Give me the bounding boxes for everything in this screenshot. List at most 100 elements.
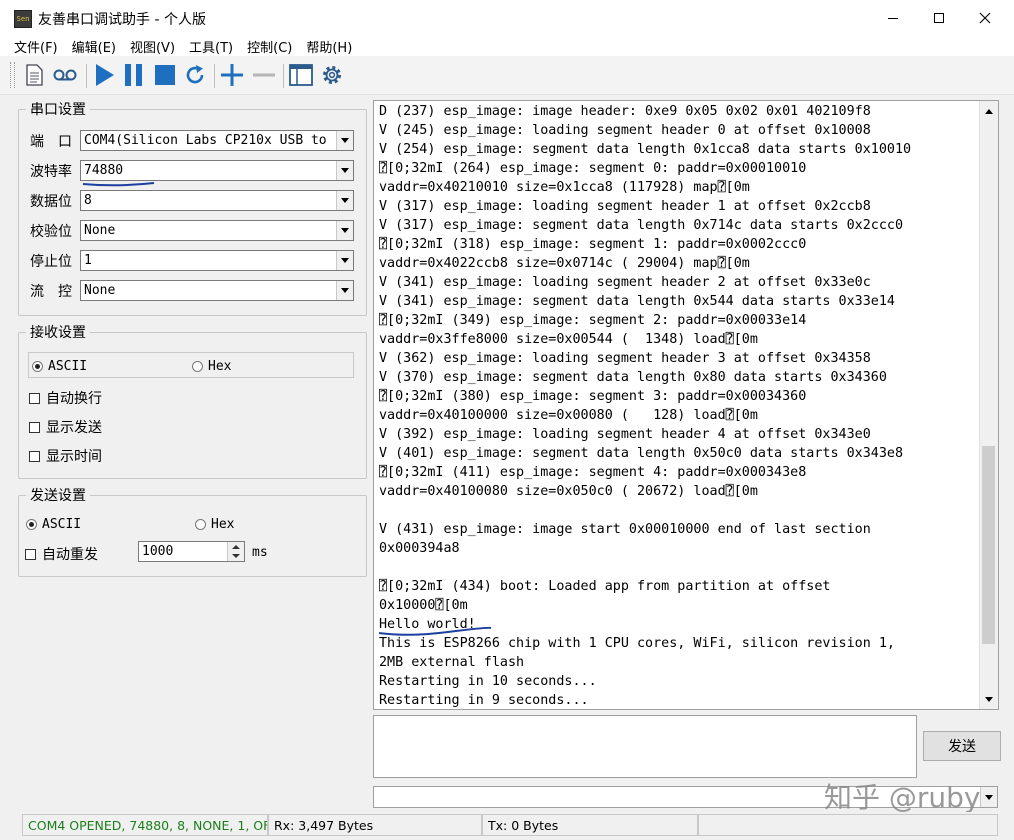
checkbox-icon [25,548,36,560]
terminal-line: ⍰[0;32mI (318) esp_image: segment 1: pad… [379,237,807,252]
resend-interval-stepper[interactable]: 1000 [138,541,245,562]
terminal-line: 2MB external flash [379,655,525,670]
connection-status: COM4 OPENED, 74880, 8, NONE, 1, OFF [22,814,268,836]
chevron-down-icon [336,221,353,240]
parity-select[interactable]: None [80,220,354,241]
send-settings-group [18,495,367,577]
terminal-line: Restarting in 10 seconds... [379,674,597,689]
stop-icon[interactable] [152,62,178,88]
send-hex-label: Hex [211,517,235,532]
chevron-down-icon [336,191,353,210]
menu-edit[interactable]: 编辑(E) [58,37,122,56]
receive-settings-title: 接收设置 [26,322,90,342]
show-time-label: 显示时间 [46,449,102,465]
terminal-line: V (370) esp_image: segment data length 0… [379,370,887,385]
data-bits-select[interactable]: 8 [80,190,354,211]
receive-output-area[interactable]: D (237) esp_image: image header: 0xe9 0x… [373,100,999,710]
menu-bar: 文件(F) 编辑(E) 视图(V) 工具(T) 控制(C) 帮助(H) [0,36,1014,56]
minimize-button[interactable] [870,0,916,36]
baud-underline-annotation [82,182,155,187]
terminal-line: 0x000394a8 [379,541,460,556]
terminal-line: V (245) esp_image: loading segment heade… [379,123,871,138]
send-input[interactable] [373,715,917,778]
chevron-down-icon [980,787,997,807]
terminal-lines: D (237) esp_image: image header: 0xe9 0x… [379,102,976,709]
port-select[interactable]: COM4(Silicon Labs CP210x USB to [80,130,354,151]
terminal-line: V (341) esp_image: loading segment heade… [379,275,871,290]
maximize-button[interactable] [916,0,962,36]
menu-control[interactable]: 控制(C) [233,37,298,56]
terminal-line: vaddr=0x40210010 size=0x1cca8 (117928) m… [379,180,750,195]
send-ascii-label: ASCII [42,517,82,532]
watermark: 知乎 @ruby [824,781,981,814]
terminal-line: 0x10000⍰[0m [379,598,468,613]
terminal-line: ⍰[0;32mI (264) esp_image: segment 0: pad… [379,161,807,176]
menu-file[interactable]: 文件(F) [0,37,64,56]
tx-counter: Tx: 0 Bytes [482,814,698,836]
auto-newline-label: 自动换行 [46,391,102,407]
menu-tools[interactable]: 工具(T) [175,37,239,56]
terminal-line: V (401) esp_image: segment data length 0… [379,446,904,461]
vertical-scrollbar[interactable] [979,101,998,709]
stop-bits-label: 停止位 [30,254,72,270]
send-settings-title: 发送设置 [26,485,90,505]
show-time-checkbox[interactable]: 显示时间 [29,446,102,466]
send-hex-radio[interactable]: Hex [195,517,234,532]
terminal-line: ⍰[0;32mI (380) esp_image: segment 3: pad… [379,389,807,404]
checkbox-icon [29,392,40,404]
refresh-icon[interactable] [182,62,208,88]
stepper-arrows-icon[interactable] [227,542,244,561]
baud-select[interactable]: 74880 [80,160,354,181]
terminal-line: D (237) esp_image: image header: 0xe9 0x… [379,104,871,119]
close-button[interactable] [962,0,1008,36]
terminal-line: vaddr=0x40100080 size=0x050c0 ( 20672) l… [379,484,758,499]
auto-resend-checkbox[interactable]: 自动重发 [25,544,98,564]
auto-newline-checkbox[interactable]: 自动换行 [29,388,102,408]
data-bits-value: 8 [84,193,92,208]
send-button[interactable]: 发送 [923,731,1001,761]
scroll-down-icon[interactable] [981,691,997,707]
flow-control-select[interactable]: None [80,280,354,301]
show-send-checkbox[interactable]: 显示发送 [29,417,102,437]
menu-view[interactable]: 视图(V) [116,37,181,56]
receive-hex-radio[interactable]: Hex [192,359,231,374]
terminal-line: Restarting in 9 seconds... [379,693,589,708]
receive-ascii-radio[interactable]: ASCII [32,359,87,374]
terminal-line: V (392) esp_image: loading segment heade… [379,427,871,442]
window-title: 友善串口调试助手 - 个人版 [38,12,206,28]
add-icon[interactable] [219,62,245,88]
show-send-label: 显示发送 [46,420,102,436]
terminal-line: vaddr=0x4022ccb8 size=0x0714c ( 29004) m… [379,256,750,271]
radio-selected-icon [26,519,37,530]
stop-bits-value: 1 [84,253,92,268]
title-bar: Sen 友善串口调试助手 - 个人版 [0,0,1014,36]
menu-help[interactable]: 帮助(H) [292,37,358,56]
record-icon[interactable] [52,62,78,88]
play-icon[interactable] [91,62,117,88]
pause-icon[interactable] [121,62,147,88]
scroll-up-icon[interactable] [981,103,997,119]
parity-label: 校验位 [30,224,72,240]
send-ascii-radio[interactable]: ASCII [26,517,81,532]
window-icon[interactable] [288,62,314,88]
auto-resend-label: 自动重发 [42,547,98,563]
radio-empty-icon [192,361,203,372]
scroll-thumb[interactable] [982,446,995,644]
terminal-line: ⍰[0;32mI (434) boot: Loaded app from par… [379,579,831,594]
resend-interval-value: 1000 [142,544,174,559]
maximize-icon [934,13,944,23]
flow-control-value: None [84,283,116,298]
receive-hex-label: Hex [208,359,232,374]
terminal-line: V (341) esp_image: segment data length 0… [379,294,895,309]
remove-icon[interactable] [251,62,277,88]
stop-bits-select[interactable]: 1 [80,250,354,271]
minimize-icon [888,18,898,19]
receive-ascii-label: ASCII [48,359,88,374]
baud-value: 74880 [84,163,124,178]
chevron-down-icon [336,131,353,150]
interval-unit: ms [252,545,268,560]
radio-empty-icon [195,519,206,530]
terminal-line: V (254) esp_image: segment data length 0… [379,142,912,157]
settings-icon[interactable] [319,62,345,88]
new-file-icon[interactable] [21,62,47,88]
